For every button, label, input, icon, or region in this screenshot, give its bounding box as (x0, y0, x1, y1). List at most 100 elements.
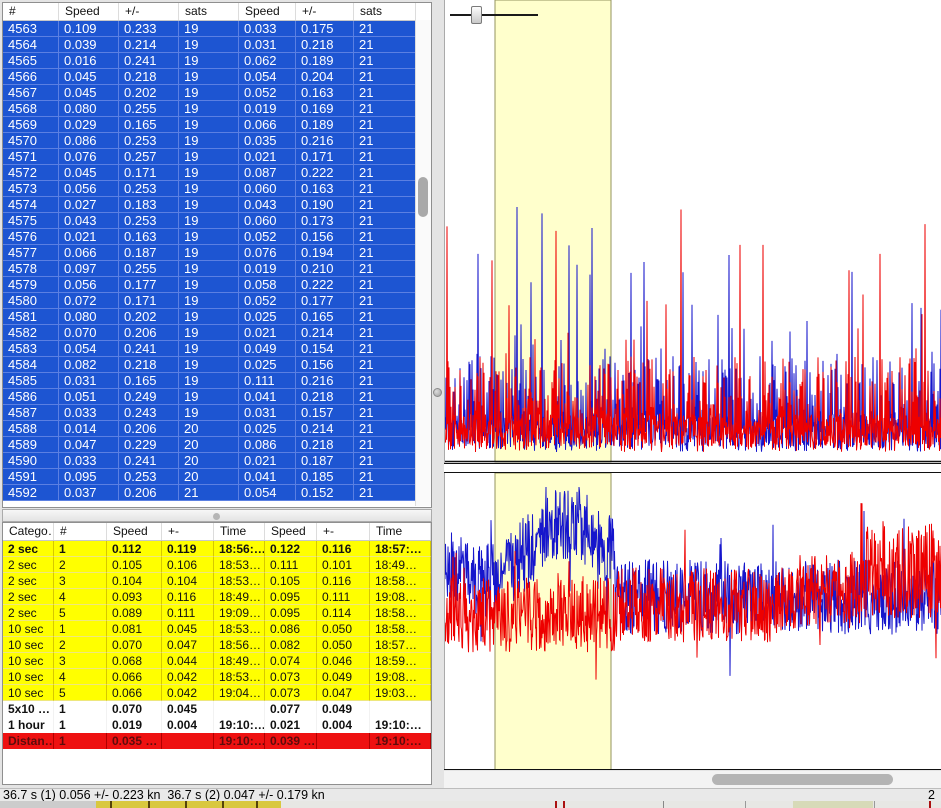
table-row[interactable]: 45650.0160.241190.0620.18921 (3, 53, 416, 69)
speed-chart-bottom[interactable] (444, 473, 941, 770)
table-row[interactable]: 45770.0660.187190.0760.19421 (3, 245, 416, 261)
column-header-sats1[interactable]: sats (179, 3, 239, 20)
result-row[interactable]: 2 sec50.0890.11119:09…0.0950.11418:58… (3, 605, 431, 621)
table-cell: 4589 (3, 437, 59, 453)
table-cell: 0.104 (107, 573, 162, 589)
table-row[interactable]: 45720.0450.171190.0870.22221 (3, 165, 416, 181)
table-cell: 4567 (3, 85, 59, 101)
chart-horizontal-scrollbar[interactable] (444, 771, 941, 788)
table-row[interactable]: 45840.0820.218190.0250.15621 (3, 357, 416, 373)
table-row[interactable]: 45780.0970.255190.0190.21021 (3, 261, 416, 277)
table-row[interactable]: 45640.0390.214190.0310.21821 (3, 37, 416, 53)
table-row[interactable]: 45630.1090.233190.0330.17521 (3, 21, 416, 37)
table-cell: 0.019 (239, 261, 296, 277)
table-row[interactable]: 45860.0510.249190.0410.21821 (3, 389, 416, 405)
table-row[interactable]: 45890.0470.229200.0860.21821 (3, 437, 416, 453)
table-cell: 2 (54, 557, 107, 573)
time-slider[interactable] (450, 6, 540, 26)
result-row[interactable]: 10 sec10.0810.04518:53…0.0860.05018:58… (3, 621, 431, 637)
result-row[interactable]: 10 sec20.0700.04718:56…0.0820.05018:57… (3, 637, 431, 653)
column-header-time1[interactable]: Time (214, 523, 265, 540)
table-cell: 21 (354, 229, 416, 245)
gps-table-scrollbar[interactable] (415, 20, 431, 506)
result-row[interactable]: Distan…10.035 …19:10:…0.039 …19:10:… (3, 733, 431, 749)
panel-collapse-handle[interactable] (433, 388, 442, 397)
table-cell: 19 (179, 341, 239, 357)
table-cell: 18:58… (370, 573, 431, 589)
column-header-index[interactable]: # (3, 3, 59, 20)
table-cell: 0.116 (317, 573, 370, 589)
result-row[interactable]: 2 sec10.1120.11918:56:…0.1220.11618:57:… (3, 541, 431, 557)
column-header-category[interactable]: Catego… (3, 523, 54, 540)
table-cell: 0.073 (265, 669, 317, 685)
table-cell: 0.116 (317, 541, 370, 557)
column-header-error2[interactable]: +/- (296, 3, 354, 20)
result-row[interactable]: 5x10 …10.0700.0450.0770.049 (3, 701, 431, 717)
result-row[interactable]: 2 sec40.0930.11618:49…0.0950.11119:08… (3, 589, 431, 605)
column-header-time2[interactable]: Time (370, 523, 431, 540)
table-row[interactable]: 45800.0720.171190.0520.17721 (3, 293, 416, 309)
table-cell: 20 (179, 437, 239, 453)
table-cell: 19 (179, 277, 239, 293)
column-header-error2[interactable]: +- (317, 523, 370, 540)
table-cell: 0.044 (162, 653, 214, 669)
column-header-error1[interactable]: +- (162, 523, 214, 540)
table-row[interactable]: 45700.0860.253190.0350.21621 (3, 133, 416, 149)
scrollbar-thumb[interactable] (712, 774, 893, 785)
column-header-sats2[interactable]: sats (354, 3, 416, 20)
table-row[interactable]: 45680.0800.255190.0190.16921 (3, 101, 416, 117)
table-row[interactable]: 45730.0560.253190.0600.16321 (3, 181, 416, 197)
column-header-error1[interactable]: +/- (119, 3, 179, 20)
table-cell: 21 (354, 341, 416, 357)
table-row[interactable]: 45880.0140.206200.0250.21421 (3, 421, 416, 437)
column-header-speed1[interactable]: Speed (107, 523, 162, 540)
table-cell: 20 (179, 469, 239, 485)
table-cell: 21 (354, 213, 416, 229)
table-cell: 0.194 (296, 245, 354, 261)
table-row[interactable]: 45760.0210.163190.0520.15621 (3, 229, 416, 245)
slider-handle[interactable] (471, 6, 482, 24)
result-row[interactable]: 10 sec50.0660.04219:04…0.0730.04719:03… (3, 685, 431, 701)
speed-chart-top[interactable] (444, 0, 941, 463)
table-cell: 0.045 (59, 85, 119, 101)
table-row[interactable]: 45670.0450.202190.0520.16321 (3, 85, 416, 101)
table-row[interactable]: 45830.0540.241190.0490.15421 (3, 341, 416, 357)
table-row[interactable]: 45750.0430.253190.0600.17321 (3, 213, 416, 229)
result-row[interactable]: 10 sec30.0680.04418:49…0.0740.04618:59… (3, 653, 431, 669)
horizontal-splitter[interactable] (2, 509, 432, 522)
column-header-rank[interactable]: # (54, 523, 107, 540)
table-row[interactable]: 45690.0290.165190.0660.18921 (3, 117, 416, 133)
table-cell: 19 (179, 21, 239, 37)
table-cell: 19 (179, 181, 239, 197)
clipped-row-segment (148, 801, 150, 808)
table-row[interactable]: 45870.0330.243190.0310.15721 (3, 405, 416, 421)
table-row[interactable]: 45810.0800.202190.0250.16521 (3, 309, 416, 325)
scrollbar-thumb[interactable] (418, 177, 428, 217)
table-cell: 0.081 (107, 621, 162, 637)
table-row[interactable]: 45820.0700.206190.0210.21421 (3, 325, 416, 341)
table-cell: 0.035 … (107, 733, 162, 749)
slider-track[interactable] (450, 14, 538, 16)
table-row[interactable]: 45790.0560.177190.0580.22221 (3, 277, 416, 293)
table-cell: 4570 (3, 133, 59, 149)
table-cell: 21 (179, 485, 239, 501)
table-cell: 0.074 (265, 653, 317, 669)
table-row[interactable]: 45920.0370.206210.0540.15221 (3, 485, 416, 501)
result-row[interactable]: 10 sec40.0660.04218:53…0.0730.04919:08… (3, 669, 431, 685)
table-row[interactable]: 45660.0450.218190.0540.20421 (3, 69, 416, 85)
table-cell: 0.253 (119, 133, 179, 149)
table-row[interactable]: 45850.0310.165190.1110.21621 (3, 373, 416, 389)
column-header-speed2[interactable]: Speed (239, 3, 296, 20)
result-row[interactable]: 1 hour10.0190.00419:10:…0.0210.00419:10:… (3, 717, 431, 733)
table-row[interactable]: 45910.0950.253200.0410.18521 (3, 469, 416, 485)
table-row[interactable]: 45740.0270.183190.0430.19021 (3, 197, 416, 213)
table-cell: 4 (54, 669, 107, 685)
result-row[interactable]: 2 sec30.1040.10418:53…0.1050.11618:58… (3, 573, 431, 589)
column-header-speed2[interactable]: Speed (265, 523, 317, 540)
table-row[interactable]: 45710.0760.257190.0210.17121 (3, 149, 416, 165)
result-row[interactable]: 2 sec20.1050.10618:53…0.1110.10118:49… (3, 557, 431, 573)
table-row[interactable]: 45900.0330.241200.0210.18721 (3, 453, 416, 469)
table-cell: 21 (354, 53, 416, 69)
table-cell: 0.222 (296, 165, 354, 181)
column-header-speed1[interactable]: Speed (59, 3, 119, 20)
